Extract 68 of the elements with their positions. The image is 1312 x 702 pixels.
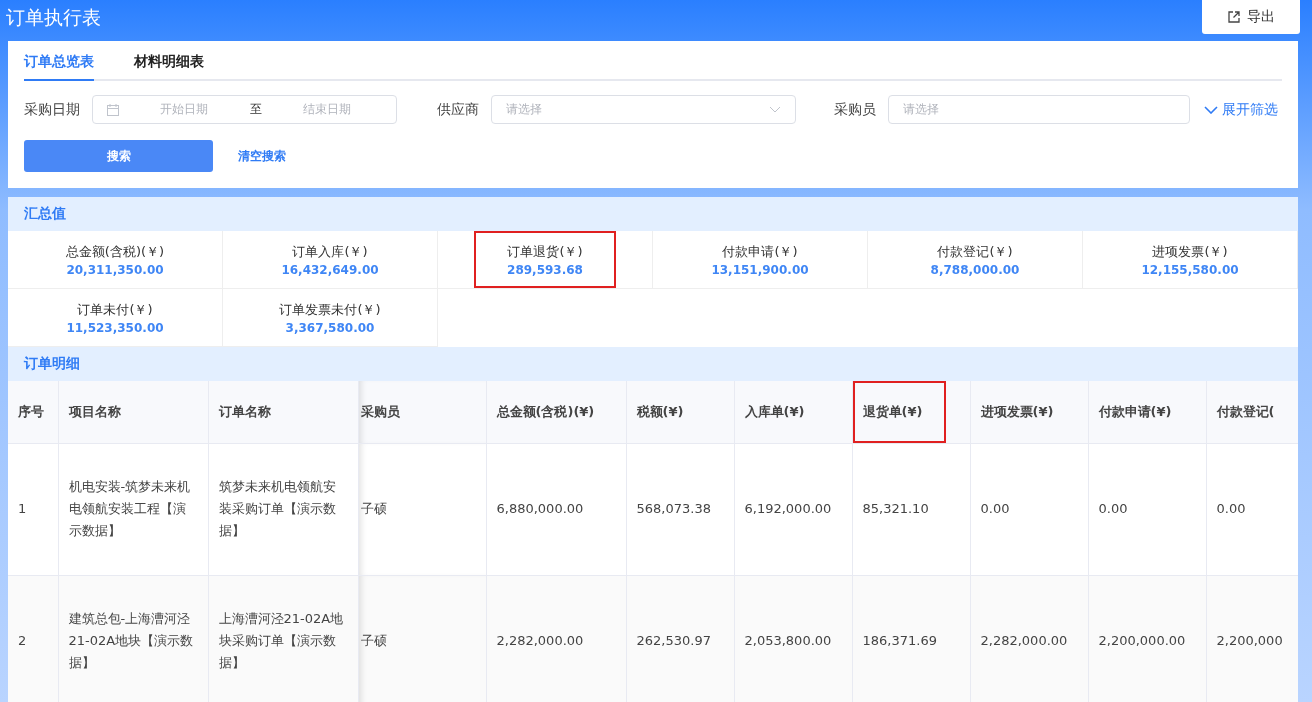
table-cell: 0.00 <box>1216 501 1246 517</box>
summary-value: 289,593.68 <box>507 262 583 277</box>
summary-value: 20,311,350.00 <box>66 262 164 277</box>
summary-label: 订单发票未付(￥) <box>279 300 381 319</box>
export-icon <box>1227 10 1241 24</box>
table-cell: 机电安装-筑梦未来机电领航安装工程【演示数据】 <box>68 479 191 539</box>
summary-label: 订单入库(￥) <box>292 242 368 261</box>
table-cell: 0.00 <box>1098 501 1128 517</box>
column-header: 付款申请(¥) <box>1088 381 1206 444</box>
chevron-down-icon <box>1204 105 1218 114</box>
table-cell: 子硕 <box>360 501 387 517</box>
tab[interactable]: 订单总览表 <box>24 49 94 82</box>
filter-label: 采购员 <box>834 100 876 119</box>
clear-search-link[interactable]: 清空搜索 <box>238 147 286 165</box>
summary-label: 付款登记(￥) <box>937 242 1013 261</box>
column-header: 退货单(¥) <box>852 381 970 444</box>
table-cell: 2 <box>18 633 27 649</box>
summary-value: 16,432,649.00 <box>281 262 379 277</box>
summary-value: 8,788,000.00 <box>930 262 1020 277</box>
summary-value: 13,151,900.00 <box>711 262 809 277</box>
tab[interactable]: 材料明细表 <box>134 49 204 82</box>
summary-label: 订单未付(￥) <box>77 300 153 319</box>
date-range-field[interactable]: 开始日期 至 结束日期 <box>92 95 397 125</box>
section-title: 订单明细 <box>22 354 81 374</box>
supplier-select[interactable]: 请选择 <box>491 95 796 125</box>
column-header: 序号 <box>8 381 58 444</box>
table-cell: 0.00 <box>980 501 1010 517</box>
table-cell: 上海漕河泾21-02A地块采购订单【演示数据】 <box>218 611 344 671</box>
column-header: 进项发票(¥) <box>970 381 1088 444</box>
table-cell: 1 <box>18 501 27 517</box>
column-header: 税额(¥) <box>626 381 734 444</box>
table-cell: 子硕 <box>360 633 387 649</box>
summary-label: 进项发票(￥) <box>1152 242 1228 261</box>
summary-label: 总金额(含税)(￥) <box>65 242 165 261</box>
column-header: 入库单(¥) <box>734 381 852 444</box>
table-cell: 2,200,000.00 <box>1098 633 1186 649</box>
column-header: 采购员 <box>358 381 486 444</box>
column-header: 订单名称 <box>208 381 358 444</box>
summary-label: 付款申请(￥) <box>722 242 798 261</box>
expand-filter-button[interactable]: 展开筛选 <box>1204 100 1278 119</box>
column-header: 付款登记( <box>1206 381 1298 444</box>
filter-label: 采购日期 <box>24 100 80 119</box>
chevron-down-icon <box>769 106 781 114</box>
table-cell: 568,073.38 <box>636 501 711 517</box>
table-cell: 85,321.10 <box>862 501 929 517</box>
window-title: 订单执行表 <box>6 5 101 30</box>
summary-label: 订单退货(￥) <box>507 242 583 261</box>
section-title: 汇总值 <box>23 204 67 224</box>
column-header: 项目名称 <box>58 381 208 444</box>
table-cell: 6,880,000.00 <box>496 501 584 517</box>
filter-label: 供应商 <box>437 100 479 119</box>
table-cell: 2,282,000.00 <box>980 633 1068 649</box>
export-button[interactable]: 导出 <box>1202 0 1300 34</box>
table-cell: 筑梦未来机电领航安装采购订单【演示数据】 <box>218 479 336 539</box>
table-cell: 186,371.69 <box>862 633 937 649</box>
summary-value: 12,155,580.00 <box>1141 262 1239 277</box>
search-button[interactable]: 搜索 <box>24 140 213 173</box>
buyer-select[interactable]: 请选择 <box>888 95 1190 125</box>
column-header: 总金额(含税)(¥) <box>486 381 626 444</box>
table-cell: 6,192,000.00 <box>744 501 832 517</box>
table-cell: 2,282,000.00 <box>496 633 584 649</box>
calendar-icon <box>107 103 119 116</box>
table-cell: 2,200,000 <box>1216 633 1283 649</box>
table-cell: 2,053,800.00 <box>744 633 832 649</box>
summary-value: 11,523,350.00 <box>66 320 164 335</box>
table-cell: 建筑总包-上海漕河泾21-02A地块【演示数据】 <box>68 611 194 671</box>
summary-value: 3,367,580.00 <box>285 320 375 335</box>
table-cell: 262,530.97 <box>636 633 711 649</box>
